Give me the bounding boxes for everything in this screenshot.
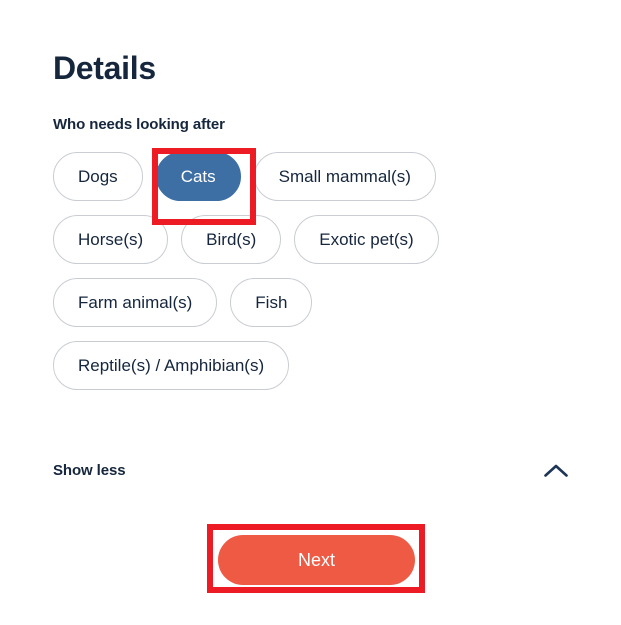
chip-reptiles-amphibians[interactable]: Reptile(s) / Amphibian(s)	[53, 341, 290, 390]
next-button[interactable]: Next	[218, 535, 415, 585]
chip-fish[interactable]: Fish	[230, 278, 313, 327]
chip-farm-animals[interactable]: Farm animal(s)	[53, 278, 218, 327]
chip-exotic-pets[interactable]: Exotic pet(s)	[294, 215, 439, 264]
chevron-up-icon[interactable]	[543, 463, 569, 479]
field-label-who-needs-looking-after: Who needs looking after	[53, 116, 225, 133]
chip-birds[interactable]: Bird(s)	[181, 215, 282, 264]
chip-dogs[interactable]: Dogs	[53, 152, 143, 201]
chip-horses[interactable]: Horse(s)	[53, 215, 169, 264]
chip-cats[interactable]: Cats	[155, 152, 241, 201]
show-less-label: Show less	[53, 462, 126, 479]
page-title: Details	[53, 50, 156, 87]
show-less-toggle[interactable]: Show less	[53, 462, 569, 479]
details-page: Details Who needs looking after Dogs Cat…	[0, 0, 621, 625]
pet-type-chip-group: Dogs Cats Small mammal(s) Horse(s) Bird(…	[53, 152, 523, 390]
chip-small-mammals[interactable]: Small mammal(s)	[253, 152, 436, 201]
